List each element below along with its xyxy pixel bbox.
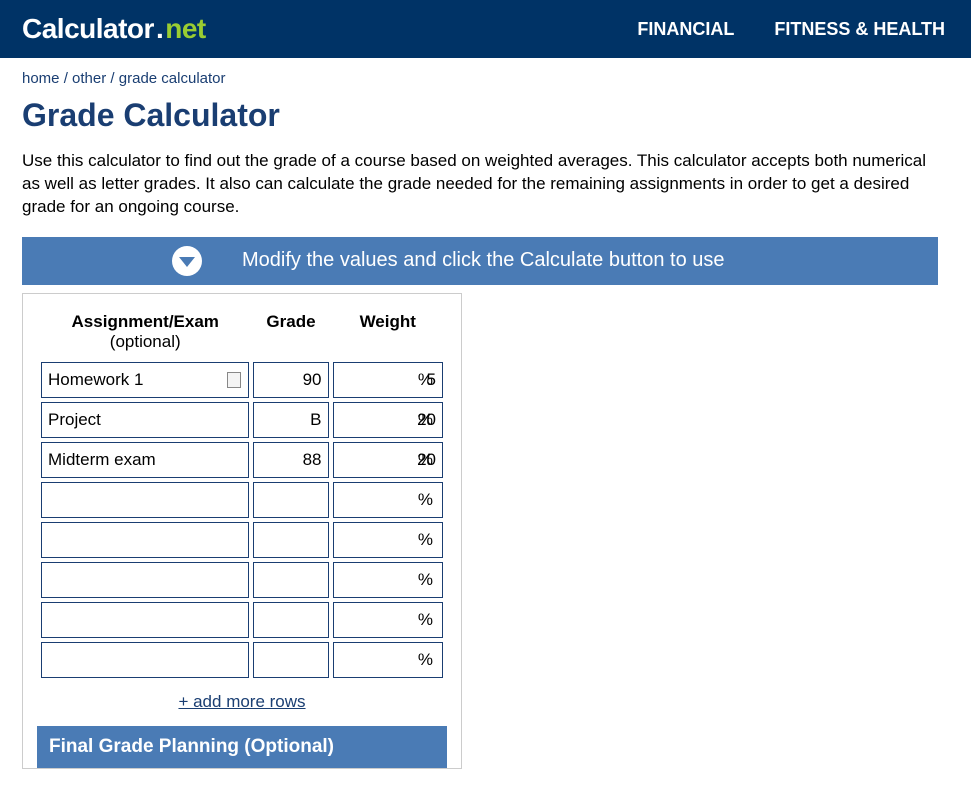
- grades-table: Assignment/Exam(optional) Grade Weight %…: [37, 308, 447, 682]
- grade-input[interactable]: [253, 602, 328, 638]
- assignment-input[interactable]: [41, 402, 249, 438]
- assignment-input[interactable]: [41, 442, 249, 478]
- header-weight: Weight: [333, 312, 444, 358]
- page-title: Grade Calculator: [22, 97, 953, 134]
- assignment-input[interactable]: [41, 482, 249, 518]
- instruction-banner: Modify the values and click the Calculat…: [22, 237, 938, 285]
- weight-input[interactable]: [333, 562, 444, 598]
- site-logo[interactable]: Calculator. net: [22, 13, 206, 45]
- page-content: home / other / grade calculator Grade Ca…: [0, 58, 971, 769]
- grade-input[interactable]: [253, 522, 328, 558]
- header-assignment: Assignment/Exam(optional): [41, 312, 249, 358]
- final-planning-header: Final Grade Planning (Optional): [37, 726, 447, 768]
- assignment-input[interactable]: [41, 602, 249, 638]
- weight-input[interactable]: [333, 522, 444, 558]
- breadcrumb-other[interactable]: other: [72, 70, 106, 87]
- weight-input[interactable]: [333, 602, 444, 638]
- breadcrumb-home[interactable]: home: [22, 70, 60, 87]
- table-row: %: [41, 362, 443, 398]
- breadcrumb: home / other / grade calculator: [22, 70, 953, 87]
- site-header: Calculator. net FINANCIAL FITNESS & HEAL…: [0, 0, 971, 58]
- intro-text: Use this calculator to find out the grad…: [22, 150, 942, 219]
- table-row: %: [41, 482, 443, 518]
- weight-input[interactable]: [333, 482, 444, 518]
- table-row: %: [41, 642, 443, 678]
- breadcrumb-current[interactable]: grade calculator: [119, 70, 226, 87]
- grade-input[interactable]: [253, 642, 328, 678]
- top-nav: FINANCIAL FITNESS & HEALTH: [637, 19, 949, 40]
- grade-input[interactable]: [253, 362, 328, 398]
- add-rows-container: + add more rows: [37, 682, 447, 726]
- logo-text-net: net: [165, 13, 206, 45]
- nav-fitness-health[interactable]: FITNESS & HEALTH: [774, 19, 945, 40]
- header-grade: Grade: [253, 312, 328, 358]
- logo-dot: .: [156, 13, 163, 45]
- assignment-input[interactable]: [41, 522, 249, 558]
- assignment-input[interactable]: [41, 642, 249, 678]
- table-row: %: [41, 522, 443, 558]
- grade-input[interactable]: [253, 562, 328, 598]
- breadcrumb-sep: /: [106, 70, 119, 87]
- add-more-rows-link[interactable]: + add more rows: [178, 692, 305, 711]
- chevron-down-icon[interactable]: [172, 246, 202, 276]
- banner-text: Modify the values and click the Calculat…: [242, 249, 725, 272]
- grade-input[interactable]: [253, 442, 328, 478]
- table-row: %: [41, 602, 443, 638]
- logo-text-main: Calculator: [22, 13, 154, 45]
- table-row: %: [41, 562, 443, 598]
- assignment-input[interactable]: [41, 562, 249, 598]
- assignment-input[interactable]: [41, 362, 249, 398]
- table-row: %: [41, 442, 443, 478]
- breadcrumb-sep: /: [60, 70, 73, 87]
- grade-input[interactable]: [253, 402, 328, 438]
- autofill-icon: [227, 372, 241, 388]
- nav-financial[interactable]: FINANCIAL: [637, 19, 734, 40]
- weight-input[interactable]: [333, 402, 444, 438]
- weight-input[interactable]: [333, 362, 444, 398]
- calculator-panel: Assignment/Exam(optional) Grade Weight %…: [22, 293, 462, 769]
- table-row: %: [41, 402, 443, 438]
- weight-input[interactable]: [333, 642, 444, 678]
- grade-input[interactable]: [253, 482, 328, 518]
- weight-input[interactable]: [333, 442, 444, 478]
